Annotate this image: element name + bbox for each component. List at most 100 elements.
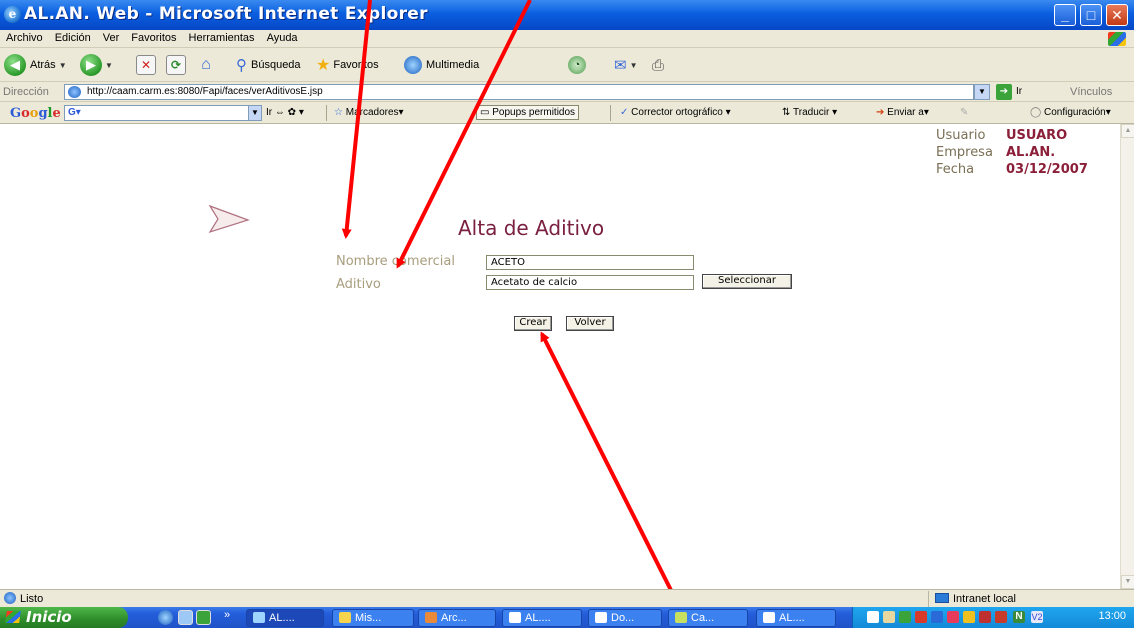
separator — [326, 105, 327, 121]
refresh-button[interactable]: ⟳ — [166, 54, 186, 76]
minimize-button[interactable]: _ — [1054, 4, 1076, 26]
brush-icon — [425, 612, 437, 623]
user-label: Usuario — [936, 128, 986, 143]
popup-icon: ▭ — [480, 107, 490, 118]
settings-button[interactable]: ◯ Configuración▾ — [1030, 107, 1111, 118]
ie-quicklaunch-icon[interactable] — [158, 610, 173, 625]
close-button[interactable]: ✕ — [1106, 4, 1128, 26]
status-bar: Listo Intranet local — [0, 589, 1134, 607]
tray-icon[interactable] — [947, 611, 959, 623]
links-button[interactable]: Vínculos — [1070, 86, 1112, 98]
menu-favoritos[interactable]: Favoritos — [125, 30, 182, 46]
crear-button[interactable]: Crear — [514, 316, 552, 331]
tray-icon[interactable] — [883, 611, 895, 623]
maximize-button[interactable]: □ — [1080, 4, 1102, 26]
print-icon: ⎙ — [652, 56, 665, 74]
vertical-scrollbar[interactable]: ▲ ▼ — [1120, 124, 1134, 589]
task-button-arc[interactable]: Arc... — [418, 609, 496, 627]
history-button[interactable]: ◔ — [568, 54, 586, 76]
google-dropdown-icon[interactable]: ▼ — [248, 105, 262, 121]
tray-icon[interactable] — [963, 611, 975, 623]
google-search-input[interactable]: G▾ — [64, 105, 249, 121]
tray-icon[interactable] — [995, 611, 1007, 623]
page-icon — [4, 592, 16, 604]
stop-icon: ✕ — [136, 55, 156, 75]
mail-button[interactable]: ✉ ▼ — [614, 54, 638, 76]
print-button[interactable]: ⎙ — [652, 54, 664, 76]
popups-button[interactable]: ▭ Popups permitidos — [476, 105, 580, 120]
bookmarks-button[interactable]: ☆ Marcadores▾ — [334, 107, 404, 118]
nombre-comercial-input[interactable]: ACETO — [486, 255, 694, 270]
go-button[interactable]: Ir — [1016, 86, 1022, 97]
tray-icon[interactable] — [979, 611, 991, 623]
start-button[interactable]: Inicio — [0, 607, 128, 628]
task-button-alan-3[interactable]: AL.... — [756, 609, 836, 627]
stop-button[interactable]: ✕ — [136, 54, 156, 76]
home-button[interactable]: ⌂ — [196, 54, 216, 76]
spellcheck-button[interactable]: ✓ Corrector ortográfico ▾ — [620, 107, 731, 118]
tray-icon[interactable]: V2 — [1031, 611, 1043, 623]
menu-edicion[interactable]: Edición — [49, 30, 97, 46]
task-button-do[interactable]: Do... — [588, 609, 662, 627]
intranet-icon — [935, 593, 949, 603]
aditivo-input[interactable]: Acetato de calcio — [486, 275, 694, 290]
user-value: USUARO — [1006, 128, 1068, 143]
settings-icon: ◯ — [1030, 107, 1042, 118]
volver-button[interactable]: Volver — [566, 316, 614, 331]
multimedia-icon — [404, 56, 422, 74]
favorites-button[interactable]: ★ Favoritos — [316, 54, 379, 76]
taskbar: Inicio » AL.... Mis... Arc... AL.... Do.… — [0, 607, 1134, 628]
send-icon: ➔ — [876, 107, 885, 118]
task-button-ca[interactable]: Ca... — [668, 609, 748, 627]
seleccionar-button[interactable]: Seleccionar — [702, 274, 792, 289]
translate-icon: ⇅ — [782, 107, 791, 118]
refresh-icon: ⟳ — [166, 55, 186, 75]
back-button[interactable]: ◀ Atrás ▼ — [4, 54, 67, 76]
separator — [610, 105, 611, 121]
chevron-down-icon: ▼ — [58, 60, 67, 70]
scroll-down-icon[interactable]: ▼ — [1121, 575, 1134, 589]
pencil-icon[interactable]: ✎ — [960, 107, 968, 118]
app-quicklaunch-icon[interactable] — [196, 610, 211, 625]
task-button-alan-1[interactable]: AL.... — [246, 609, 324, 627]
address-input[interactable]: http://caam.carm.es:8080/Fapi/faces/verA… — [64, 84, 974, 100]
address-dropdown-icon[interactable]: ▼ — [974, 84, 990, 100]
menu-ayuda[interactable]: Ayuda — [261, 30, 304, 46]
tray-icon[interactable] — [915, 611, 927, 623]
google-go-button[interactable]: Ir ⇔ ✿ ▾ — [266, 107, 304, 118]
back-arrow-icon: ◀ — [4, 54, 26, 76]
user-info-panel: Usuario USUARO Empresa AL.AN. Fecha 03/12/2… — [936, 127, 1088, 178]
word-icon — [509, 612, 521, 623]
send-to-button[interactable]: ➔ Enviar a▾ — [876, 107, 929, 118]
menu-ver[interactable]: Ver — [97, 30, 126, 46]
company-label: Empresa — [936, 145, 993, 160]
tray-icon[interactable] — [931, 611, 943, 623]
menu-archivo[interactable]: Archivo — [0, 30, 49, 46]
forward-arrow-icon: ▶ — [80, 54, 102, 76]
clock[interactable]: 13:00 — [1098, 610, 1126, 622]
history-icon: ◔ — [568, 56, 586, 74]
task-button-mis[interactable]: Mis... — [332, 609, 414, 627]
search-button[interactable]: ⚲ Búsqueda — [236, 54, 301, 76]
tray-icon[interactable] — [899, 611, 911, 623]
desktop-quicklaunch-icon[interactable] — [178, 610, 193, 625]
chevron-right-icon[interactable]: » — [224, 609, 230, 621]
nombre-comercial-label: Nombre comercial — [336, 254, 455, 269]
task-button-alan-2[interactable]: AL.... — [502, 609, 582, 627]
go-arrow-icon[interactable]: ➔ — [996, 84, 1012, 100]
google-search-value: G▾ — [68, 107, 81, 118]
word-icon — [763, 612, 775, 623]
page-content: Usuario USUARO Empresa AL.AN. Fecha 03/12/2… — [0, 124, 1120, 589]
title-bar: e AL.AN. Web - Microsoft Internet Explor… — [0, 0, 1134, 30]
forward-button[interactable]: ▶ ▼ — [80, 54, 113, 76]
scroll-up-icon[interactable]: ▲ — [1121, 124, 1134, 138]
tray-network-icon[interactable] — [867, 611, 879, 623]
star-outline-icon: ☆ — [334, 107, 343, 118]
address-bar: Dirección http://caam.carm.es:8080/Fapi/… — [0, 82, 1134, 102]
capture-icon — [675, 612, 687, 623]
menu-herramientas[interactable]: Herramientas — [183, 30, 261, 46]
mail-icon: ✉ — [614, 57, 627, 74]
translate-button[interactable]: ⇅ Traducir ▾ — [782, 107, 837, 118]
multimedia-button[interactable]: Multimedia — [404, 54, 479, 76]
tray-icon[interactable]: N — [1013, 611, 1025, 623]
